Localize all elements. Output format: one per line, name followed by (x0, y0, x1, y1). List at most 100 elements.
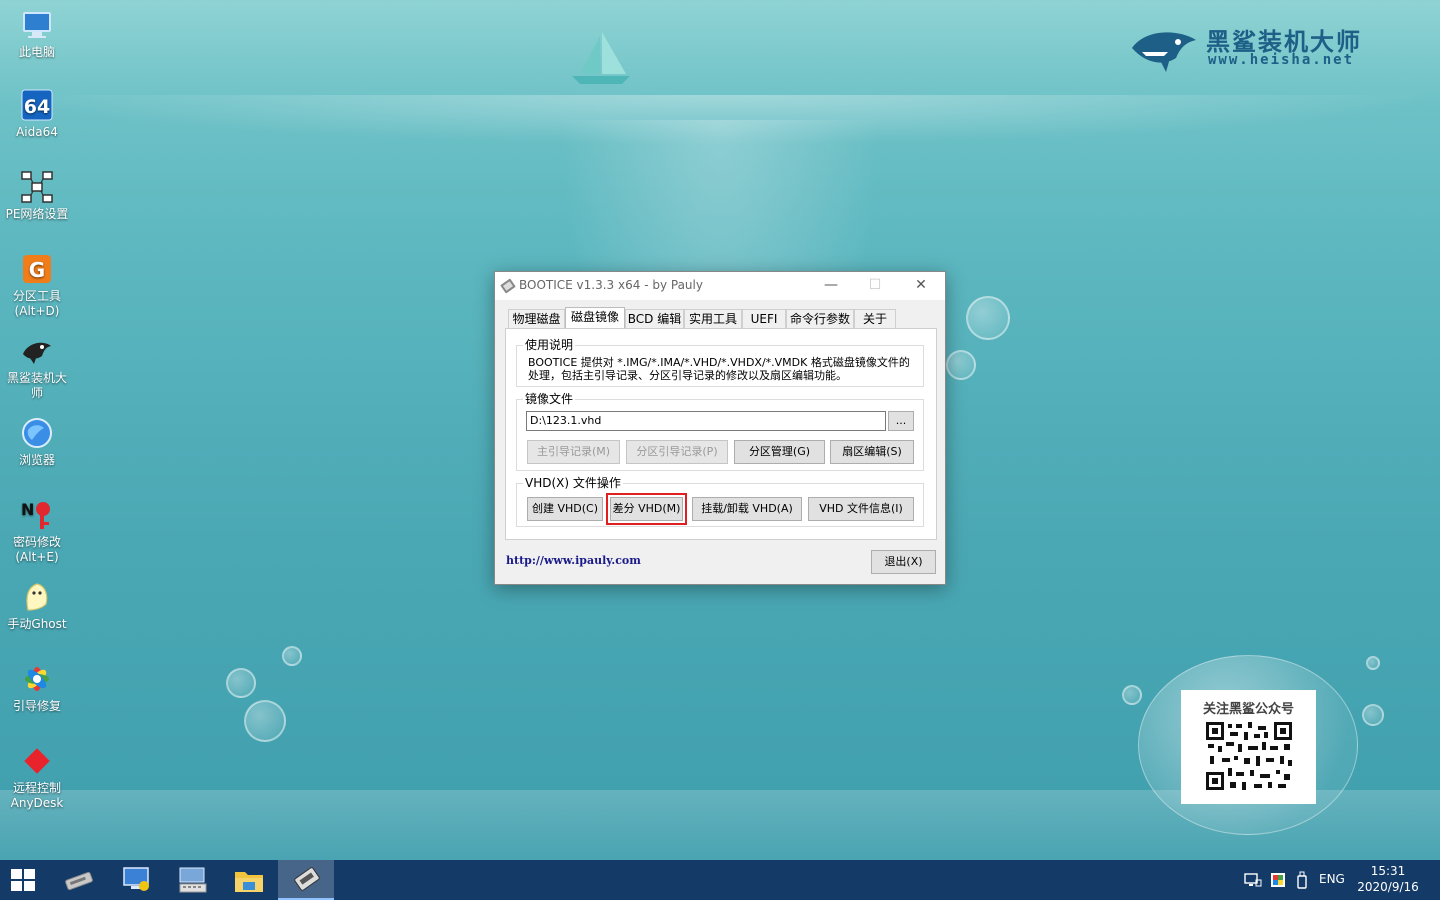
mount-vhd-button[interactable]: 挂载/卸载 VHD(A) (692, 497, 802, 521)
tab-uefi[interactable]: UEFI (742, 309, 786, 328)
taskbar-keyboard[interactable] (164, 860, 220, 900)
desktop-icon-ghost[interactable]: 手动Ghost (4, 580, 70, 632)
sector-edit-button[interactable]: 扇区编辑(S) (830, 440, 914, 464)
vhd-ops-group: VHD(X) 文件操作 创建 VHD(C) 差分 VHD(M) 挂载/卸载 VH… (516, 476, 924, 527)
bubble (1362, 704, 1384, 726)
taskbar-disk-tool[interactable] (50, 860, 106, 900)
ghost-icon (26, 583, 48, 611)
desktop-icon-network[interactable]: PE网络设置 (4, 170, 70, 222)
color-tray-icon[interactable] (1270, 872, 1286, 888)
usage-line-1: BOOTICE 提供对 *.IMG/*.IMA/*.VHD/*.VHDX/*.V… (528, 356, 910, 369)
desktop-icon-password[interactable]: N 密码修改 (Alt+E) (4, 498, 70, 565)
desktop-icon-label: 手动Ghost (7, 617, 67, 631)
ipauly-link[interactable]: http://www.ipauly.com (506, 554, 641, 567)
usage-group: 使用说明 BOOTICE 提供对 *.IMG/*.IMA/*.VHD/*.VHD… (516, 338, 924, 387)
image-path-field[interactable]: D:\123.1.vhd (526, 411, 886, 431)
windows-start-icon (11, 869, 35, 891)
shark-logo-icon (1132, 32, 1196, 72)
bubble (1122, 685, 1142, 705)
aida64-icon: 64 (21, 89, 53, 121)
desktop-icon-aida64[interactable]: 64 Aida64 (4, 88, 70, 140)
mbr-button[interactable]: 主引导记录(M) (527, 440, 620, 464)
clock[interactable]: 15:31 2020/9/16 (1356, 863, 1420, 895)
usb-tray-icon[interactable] (1296, 871, 1308, 889)
title-bar[interactable]: BOOTICE v1.3.3 x64 - by Pauly — ☐ ✕ (495, 272, 945, 300)
logo-url: www.heisha.net (1208, 52, 1355, 68)
folder-icon (235, 872, 263, 892)
desktop-icon-computer[interactable]: 此电脑 (4, 8, 70, 60)
exit-button[interactable]: 退出(X) (871, 550, 936, 574)
network-icon (21, 171, 53, 203)
bootice-window: BOOTICE v1.3.3 x64 - by Pauly — ☐ ✕ 物理磁盘… (494, 271, 946, 585)
pbr-button[interactable]: 分区引导记录(P) (626, 440, 728, 464)
close-button[interactable]: ✕ (899, 272, 943, 300)
bubble (282, 646, 302, 666)
svg-text:64: 64 (24, 96, 50, 118)
desktop-icon-partition-tool[interactable]: G 分区工具 (Alt+D) (4, 252, 70, 319)
tab-about[interactable]: 关于 (854, 309, 896, 328)
tab-utilities[interactable]: 实用工具 (684, 309, 742, 328)
tab-physical-disk[interactable]: 物理磁盘 (508, 309, 565, 328)
image-file-group: 镜像文件 D:\123.1.vhd ... 主引导记录(M) 分区引导记录(P)… (516, 392, 924, 471)
bootice-taskbar-icon (294, 867, 320, 891)
taskbar-bootice[interactable] (278, 860, 334, 900)
qr-title: 关注黑鲨公众号 (1202, 702, 1294, 717)
password-icon: N (21, 500, 50, 529)
tab-disk-image[interactable]: 磁盘镜像 (565, 307, 625, 329)
bubble (966, 296, 1010, 340)
boot-repair-icon (25, 667, 49, 691)
diff-vhd-button[interactable]: 差分 VHD(M) (606, 493, 687, 525)
network-tray-icon[interactable] (1244, 872, 1262, 888)
desktop-icon-label: 黑鲨装机大 (6, 371, 67, 385)
desktop-icon-label: Aida64 (16, 125, 58, 139)
hard-disk-icon (65, 871, 93, 891)
qr-card: 关注黑鲨公众号 (1181, 690, 1316, 804)
maximize-button[interactable]: ☐ (853, 272, 897, 300)
tab-strip: 物理磁盘 磁盘镜像 BCD 编辑 实用工具 UEFI 命令行参数 关于 (505, 307, 899, 329)
image-file-group-label: 镜像文件 (523, 392, 576, 406)
bubble (244, 700, 286, 742)
minimize-button[interactable]: — (809, 272, 853, 300)
taskbar: ENG 15:31 2020/9/16 (0, 860, 1440, 900)
desktop-icon-label: 分区工具 (12, 289, 61, 303)
anydesk-icon (24, 748, 50, 774)
bubble (1366, 656, 1380, 670)
usage-group-label: 使用说明 (523, 338, 576, 352)
browse-button[interactable]: ... (888, 411, 914, 431)
window-title: BOOTICE v1.3.3 x64 - by Pauly (519, 278, 703, 292)
language-indicator[interactable]: ENG (1319, 872, 1345, 900)
desktop-icon-boot-repair[interactable]: 引导修复 (4, 662, 70, 714)
clock-date: 2020/9/16 (1357, 880, 1419, 894)
desktop-icon-browser[interactable]: 浏览器 (4, 416, 70, 468)
desktop-icon-label: 浏览器 (18, 453, 55, 467)
svg-text:N: N (21, 500, 34, 519)
desktop-icon-sublabel: (Alt+D) (14, 304, 60, 318)
desktop-icon-label: 密码修改 (12, 535, 61, 549)
svg-text:G: G (29, 258, 45, 282)
sailboat-icon (572, 32, 630, 84)
clock-time: 15:31 (1370, 864, 1406, 878)
computer-icon (23, 12, 51, 38)
partition-manage-button[interactable]: 分区管理(G) (734, 440, 825, 464)
start-button[interactable] (0, 860, 46, 900)
desktop-icon-sublabel: AnyDesk (10, 796, 64, 810)
vhd-info-button[interactable]: VHD 文件信息(I) (808, 497, 914, 521)
partition-tool-icon: G (23, 255, 51, 283)
bubble (226, 668, 256, 698)
desktop-icon-label: 引导修复 (12, 699, 61, 713)
usage-line-2: 处理，包括主引导记录、分区引导记录的修改以及扇区编辑功能。 (528, 369, 847, 382)
heisha-icon (23, 342, 51, 364)
bubble (946, 350, 976, 380)
brand-logo: 黑鲨装机大师 www.heisha.net (1128, 20, 1398, 76)
tab-command-line[interactable]: 命令行参数 (786, 309, 854, 328)
taskbar-remote-desktop[interactable] (108, 860, 164, 900)
browser-icon (22, 418, 52, 448)
onscreen-keyboard-icon (179, 867, 207, 893)
remote-desktop-icon (123, 867, 149, 891)
desktop-icon-anydesk[interactable]: 远程控制 AnyDesk (4, 744, 70, 811)
create-vhd-button[interactable]: 创建 VHD(C) (527, 497, 603, 521)
desktop-icon-sublabel: (Alt+E) (15, 550, 59, 564)
desktop-icon-heisha[interactable]: 黑鲨装机大 师 (4, 334, 70, 401)
tab-bcd-edit[interactable]: BCD 编辑 (625, 309, 684, 328)
taskbar-file-explorer[interactable] (220, 860, 276, 900)
